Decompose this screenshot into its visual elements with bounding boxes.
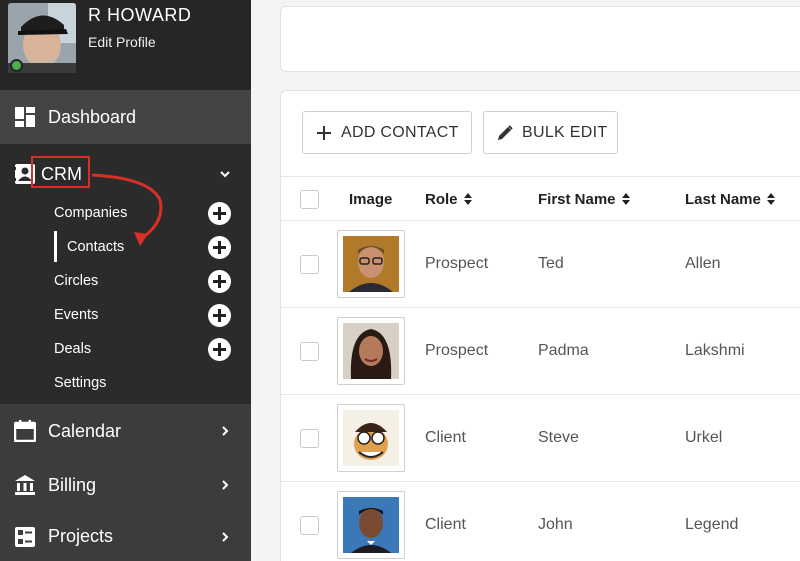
bulk-edit-label: BULK EDIT <box>522 123 608 141</box>
bulk-edit-button[interactable]: BULK EDIT <box>483 111 618 154</box>
cell-first-name: Padma <box>538 342 589 359</box>
profile-name: R HOWARD <box>88 5 192 25</box>
profile-panel: R HOWARD Edit Profile <box>0 0 251 90</box>
cell-role: Prospect <box>425 342 489 359</box>
contact-photo-image <box>343 410 399 466</box>
contact-photo-image <box>343 497 399 553</box>
contact-photo-image <box>343 236 399 292</box>
cell-role: Client <box>425 429 466 446</box>
column-header-image: Image <box>349 191 393 208</box>
column-header-last-name[interactable]: Last Name <box>685 177 776 222</box>
sub-item-contacts[interactable]: Contacts <box>67 230 124 264</box>
nav-calendar[interactable]: Calendar <box>0 404 251 458</box>
sub-item-events[interactable]: Events <box>54 298 98 332</box>
crm-submenu <box>0 202 251 404</box>
sort-icon <box>766 193 775 205</box>
add-deal-icon[interactable] <box>208 338 231 361</box>
table-row[interactable]: Client Steve Urkel <box>281 395 800 482</box>
add-contact-label: ADD CONTACT <box>341 123 459 141</box>
row-checkbox[interactable] <box>300 429 319 448</box>
cell-role: Prospect <box>425 255 489 272</box>
contact-photo-image <box>343 323 399 379</box>
row-checkbox[interactable] <box>300 516 319 535</box>
cell-last-name: Lakshmi <box>685 342 745 359</box>
add-contact-icon[interactable] <box>208 236 231 259</box>
cell-last-name: Legend <box>685 516 739 533</box>
bank-icon <box>15 475 35 495</box>
nav-dashboard-label: Dashboard <box>48 106 137 127</box>
nav-crm-label: CRM <box>41 163 82 184</box>
contact-photo[interactable] <box>337 317 405 385</box>
nav-billing-label: Billing <box>48 474 97 495</box>
sidebar: R HOWARD Edit Profile Dashboard CRM Comp… <box>0 0 251 561</box>
nav-crm[interactable]: CRM <box>0 146 251 202</box>
chevron-right-icon <box>222 480 229 490</box>
table-row[interactable]: Prospect Padma Lakshmi <box>281 308 800 395</box>
calendar-icon <box>14 420 36 442</box>
add-circle-icon[interactable] <box>208 270 231 293</box>
sub-item-circles[interactable]: Circles <box>54 264 98 298</box>
column-header-role[interactable]: Role <box>425 177 473 222</box>
sub-item-settings[interactable]: Settings <box>54 366 106 400</box>
contact-photo[interactable] <box>337 230 405 298</box>
contact-photo[interactable] <box>337 491 405 559</box>
chevron-right-icon <box>222 426 229 436</box>
nav-dashboard[interactable]: Dashboard <box>0 90 251 144</box>
plus-icon <box>317 125 331 140</box>
sub-item-deals[interactable]: Deals <box>54 332 91 366</box>
sort-icon <box>621 193 630 205</box>
add-event-icon[interactable] <box>208 304 231 327</box>
cell-last-name: Allen <box>685 255 721 272</box>
sub-item-companies[interactable]: Companies <box>54 196 127 230</box>
row-checkbox[interactable] <box>300 342 319 361</box>
table-header: Image Role First Name Last Name <box>281 176 800 221</box>
column-header-first-name-label: First Name <box>538 191 616 208</box>
chevron-right-icon <box>222 531 229 542</box>
dashboard-icon <box>15 107 35 127</box>
online-status-icon <box>10 59 23 72</box>
contact-photo[interactable] <box>337 404 405 472</box>
active-indicator <box>54 231 57 262</box>
edit-profile-link[interactable]: Edit Profile <box>88 34 156 50</box>
sort-icon <box>463 193 472 205</box>
nav-calendar-label: Calendar <box>48 420 122 441</box>
table-row[interactable]: Prospect Ted Allen <box>281 221 800 308</box>
select-all-checkbox[interactable] <box>300 190 319 209</box>
cell-first-name: Steve <box>538 429 579 446</box>
cell-role: Client <box>425 516 466 533</box>
row-checkbox[interactable] <box>300 255 319 274</box>
cell-last-name: Urkel <box>685 429 723 446</box>
column-header-last-name-label: Last Name <box>685 191 761 208</box>
column-header-first-name[interactable]: First Name <box>538 177 631 222</box>
nav-projects[interactable]: Projects <box>0 512 251 561</box>
cell-first-name: John <box>538 516 573 533</box>
project-list-icon <box>15 526 35 547</box>
nav-projects-label: Projects <box>48 526 114 546</box>
header-card <box>280 6 800 72</box>
nav-billing[interactable]: Billing <box>0 458 251 512</box>
chevron-down-icon <box>220 171 230 178</box>
column-header-role-label: Role <box>425 191 458 208</box>
pencil-icon <box>498 124 513 140</box>
table-row[interactable]: Client John Legend <box>281 482 800 561</box>
add-company-icon[interactable] <box>208 202 231 225</box>
add-contact-button[interactable]: ADD CONTACT <box>302 111 472 154</box>
cell-first-name: Ted <box>538 255 564 272</box>
